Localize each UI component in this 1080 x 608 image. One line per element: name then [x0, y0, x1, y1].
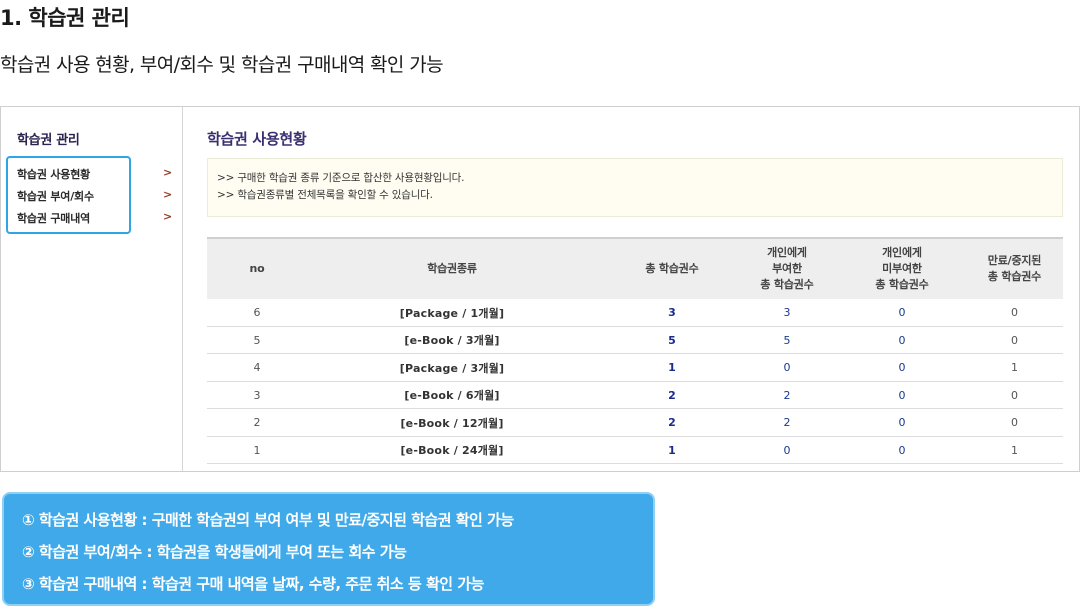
header-given: 개인에게 부여한 총 학습권수	[760, 246, 814, 291]
cell-total[interactable]: 3	[597, 299, 747, 326]
cell-kind[interactable]: [Package / 1개월]	[307, 299, 597, 326]
cell-notgiven: 0	[898, 361, 906, 374]
chevron-right-icon: >	[163, 188, 173, 201]
cell-total[interactable]: 2	[597, 382, 747, 409]
cell-given: 0	[783, 443, 791, 457]
sidebar-title: 학습권 관리	[17, 133, 80, 148]
table-row: 6 [Package / 1개월] 3 3 0 0	[207, 299, 1063, 327]
table-row: 3 [e-Book / 6개월] 2 2 0 0	[207, 382, 1063, 409]
cell-kind[interactable]: [e-Book / 12개월]	[307, 409, 597, 436]
sidebar: 학습권 관리 학습권 사용현황 > 학습권 부여/회수 > 학습권 구매내역 >	[1, 107, 183, 471]
feature-callout: ① 학습권 사용현황 : 구매한 학습권의 부여 여부 및 만료/중지된 학습권…	[2, 492, 655, 606]
cell-expired: 0	[1011, 333, 1018, 347]
info-line: >> 구매한 학습권 종류 기준으로 합산한 사용현황입니다.	[217, 172, 465, 184]
cell-no: 1	[253, 443, 261, 457]
info-box: >> 구매한 학습권 종류 기준으로 합산한 사용현황입니다. >> 학습권종류…	[207, 158, 1063, 217]
callout-line-usage: ① 학습권 사용현황 : 구매한 학습권의 부여 여부 및 만료/중지된 학습권…	[22, 511, 514, 529]
header-no: no	[249, 262, 265, 275]
cell-notgiven: 0	[898, 443, 906, 457]
sidebar-item-label: 학습권 부여/회수	[17, 190, 94, 203]
cell-kind[interactable]: [e-Book / 24개월]	[307, 437, 597, 464]
callout-line-assign: ② 학습권 부여/회수 : 학습권을 학생들에게 부여 또는 회수 가능	[22, 543, 407, 561]
cell-expired: 0	[1011, 416, 1018, 429]
chevron-right-icon: >	[163, 210, 173, 223]
cell-notgiven: 0	[898, 306, 906, 319]
cell-total[interactable]: 1	[597, 437, 747, 464]
sidebar-item-label: 학습권 사용현황	[17, 168, 91, 181]
callout-line-purchase: ③ 학습권 구매내역 : 학습권 구매 내역을 날짜, 수량, 주문 취소 등 …	[22, 575, 484, 593]
cell-expired: 0	[1011, 306, 1018, 319]
header-notgiven: 개인에게 미부여한 총 학습권수	[875, 246, 929, 291]
chevron-right-icon: >	[163, 166, 173, 179]
cell-expired: 0	[1011, 388, 1018, 402]
table-row: 1 [e-Book / 24개월] 1 0 0 1	[207, 437, 1063, 464]
main-content: 학습권 사용현황 >> 구매한 학습권 종류 기준으로 합산한 사용현황입니다.…	[207, 107, 1063, 471]
app-screenshot-frame: 학습권 관리 학습권 사용현황 > 학습권 부여/회수 > 학습권 구매내역 >…	[0, 106, 1080, 472]
cell-no: 4	[253, 361, 261, 374]
sidebar-item-purchase[interactable]: 학습권 구매내역 >	[17, 210, 177, 230]
cell-kind[interactable]: [e-Book / 3개월]	[307, 327, 597, 354]
cell-expired: 1	[1011, 443, 1018, 457]
cell-total[interactable]: 2	[597, 409, 747, 436]
cell-given: 2	[783, 416, 791, 429]
header-expired: 만료/중지된 총 학습권수	[987, 254, 1042, 283]
sidebar-item-usage[interactable]: 학습권 사용현황 >	[17, 166, 177, 186]
cell-total[interactable]: 1	[597, 354, 747, 381]
info-line: >> 학습권종류별 전체목록을 확인할 수 있습니다.	[217, 189, 433, 201]
cell-notgiven: 0	[898, 333, 906, 347]
cell-given: 0	[783, 361, 791, 374]
cell-no: 2	[253, 416, 261, 429]
table-row: 2 [e-Book / 12개월] 2 2 0 0	[207, 409, 1063, 437]
cell-no: 3	[253, 388, 261, 402]
table-header: no 학습권종류 총 학습권수 개인에게 부여한 총 학습권수 개인에게 미부여…	[207, 237, 1063, 299]
cell-given: 5	[783, 333, 791, 347]
cell-no: 5	[253, 333, 261, 347]
cell-notgiven: 0	[898, 416, 906, 429]
cell-kind[interactable]: [e-Book / 6개월]	[307, 382, 597, 409]
sidebar-item-label: 학습권 구매내역	[17, 212, 91, 225]
table-row: 4 [Package / 3개월] 1 0 0 1	[207, 354, 1063, 382]
usage-table: no 학습권종류 총 학습권수 개인에게 부여한 총 학습권수 개인에게 미부여…	[207, 237, 1063, 464]
cell-kind[interactable]: [Package / 3개월]	[307, 354, 597, 381]
cell-given: 2	[783, 388, 791, 402]
cell-expired: 1	[1011, 361, 1018, 374]
header-kind: 학습권종류	[427, 262, 477, 275]
section-title: 학습권 사용현황	[207, 130, 307, 148]
sidebar-item-assign[interactable]: 학습권 부여/회수 >	[17, 188, 177, 208]
header-total: 총 학습권수	[645, 262, 699, 275]
cell-notgiven: 0	[898, 388, 906, 402]
table-row: 5 [e-Book / 3개월] 5 5 0 0	[207, 327, 1063, 354]
cell-total[interactable]: 5	[597, 327, 747, 354]
cell-given: 3	[783, 306, 791, 319]
cell-no: 6	[253, 306, 261, 319]
page-heading: 1. 학습권 관리	[0, 6, 130, 30]
page-subheading: 학습권 사용 현황, 부여/회수 및 학습권 구매내역 확인 가능	[0, 54, 444, 76]
